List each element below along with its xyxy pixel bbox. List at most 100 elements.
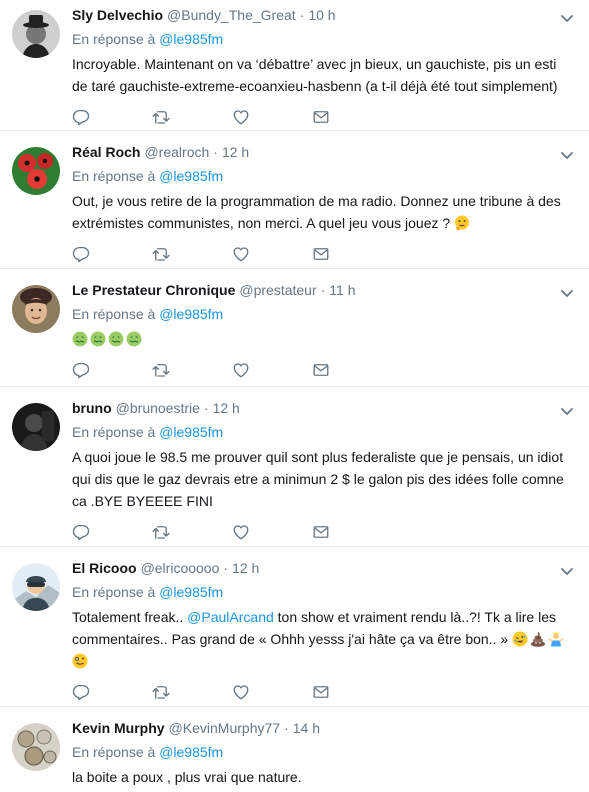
reply-button[interactable]	[72, 522, 152, 542]
avatar[interactable]	[12, 563, 60, 611]
like-button[interactable]	[232, 522, 312, 542]
mail-icon	[312, 108, 330, 126]
separator-dot: ·	[213, 144, 218, 160]
retweet-button[interactable]	[152, 522, 232, 542]
like-button[interactable]	[232, 107, 312, 127]
user-handle[interactable]: @realroch	[144, 142, 209, 162]
tweet[interactable]: bruno @brunoestrie · 12 h En réponse à @…	[0, 387, 589, 547]
direct-message-button[interactable]	[312, 682, 392, 702]
chevron-down-icon[interactable]	[559, 563, 575, 579]
tweet-actions	[72, 675, 573, 709]
avatar[interactable]	[12, 285, 60, 333]
separator-dot: ·	[284, 720, 289, 736]
poo-emoji	[530, 631, 546, 647]
thinking-face-emoji	[454, 215, 470, 231]
reply-prefix: En réponse à	[72, 306, 156, 322]
reply-icon	[72, 361, 90, 379]
direct-message-button[interactable]	[312, 360, 392, 380]
tweet-header: El Ricooo @elricooooo · 12 h	[72, 558, 573, 578]
reply-context: En réponse à @le985fm	[72, 423, 573, 441]
reply-icon	[72, 108, 90, 126]
tweet-header: bruno @brunoestrie · 12 h	[72, 398, 573, 418]
like-button[interactable]	[232, 360, 312, 380]
retweet-icon	[152, 523, 170, 541]
avatar[interactable]	[12, 403, 60, 451]
avatar[interactable]	[12, 147, 60, 195]
tweet-header: Le Prestateur Chronique @prestateur · 11…	[72, 280, 573, 300]
chevron-down-icon[interactable]	[559, 403, 575, 419]
heart-icon	[232, 361, 250, 379]
reply-to-mention[interactable]: @le985fm	[159, 31, 223, 47]
avatar[interactable]	[12, 10, 60, 58]
timestamp[interactable]: 10 h	[308, 5, 335, 25]
separator-dot: ·	[223, 560, 229, 576]
chevron-down-icon[interactable]	[559, 10, 575, 26]
like-button[interactable]	[232, 244, 312, 264]
reply-icon	[72, 245, 90, 263]
reply-to-mention[interactable]: @le985fm	[159, 744, 223, 760]
timestamp[interactable]: 12 h	[213, 398, 240, 418]
tweet-text: Totalement freak.. @PaulArcand ton show …	[72, 606, 573, 672]
tweet-text-part: Totalement freak..	[72, 609, 188, 625]
reply-button[interactable]	[72, 360, 152, 380]
nauseated-face-emoji	[90, 331, 106, 347]
avatar[interactable]	[12, 723, 60, 771]
user-handle[interactable]: @KevinMurphy77	[169, 718, 281, 738]
display-name[interactable]: Le Prestateur Chronique	[72, 280, 235, 300]
timestamp[interactable]: 14 h	[293, 718, 320, 738]
display-name[interactable]: bruno	[72, 398, 112, 418]
retweet-button[interactable]	[152, 360, 232, 380]
reply-to-mention[interactable]: @le985fm	[159, 584, 223, 600]
retweet-button[interactable]	[152, 682, 232, 702]
reply-to-mention[interactable]: @le985fm	[159, 306, 223, 322]
timestamp[interactable]: 12 h	[222, 142, 249, 162]
heart-icon	[232, 523, 250, 541]
tweet-actions	[72, 515, 573, 549]
tweet[interactable]: Réal Roch @realroch · 12 h En réponse à …	[0, 131, 589, 269]
display-name[interactable]: Sly Delvechio	[72, 5, 163, 25]
retweet-button[interactable]	[152, 244, 232, 264]
tweet-text: A quoi joue le 98.5 me prouver quil sont…	[72, 449, 564, 509]
tweet[interactable]: Sly Delvechio @Bundy_The_Great · 10 h En…	[0, 0, 589, 131]
heart-icon	[232, 108, 250, 126]
heart-icon	[232, 245, 250, 263]
user-mention-link[interactable]: @PaulArcand	[187, 609, 274, 625]
user-handle[interactable]: @Bundy_The_Great	[167, 5, 296, 25]
display-name[interactable]: El Ricooo	[72, 558, 137, 578]
chevron-down-icon[interactable]	[559, 147, 575, 163]
user-handle[interactable]: @prestateur	[239, 280, 316, 300]
chevron-down-icon[interactable]	[559, 285, 575, 301]
tweet-actions	[72, 353, 573, 387]
display-name[interactable]: Kevin Murphy	[72, 718, 165, 738]
reply-to-mention[interactable]: @le985fm	[159, 424, 223, 440]
retweet-icon	[152, 108, 170, 126]
rolling-laughing-emoji	[512, 631, 528, 647]
mail-icon	[312, 523, 330, 541]
retweet-icon	[152, 245, 170, 263]
mail-icon	[312, 361, 330, 379]
heart-icon	[232, 683, 250, 701]
direct-message-button[interactable]	[312, 244, 392, 264]
tweet[interactable]: El Ricooo @elricooooo · 12 h En réponse …	[0, 547, 589, 707]
reply-button[interactable]	[72, 244, 152, 264]
retweet-icon	[152, 683, 170, 701]
reply-button[interactable]	[72, 107, 152, 127]
reply-prefix: En réponse à	[72, 424, 156, 440]
display-name[interactable]: Réal Roch	[72, 142, 140, 162]
zany-face-emoji	[72, 653, 88, 669]
nauseated-face-emoji	[72, 331, 88, 347]
reply-to-mention[interactable]: @le985fm	[159, 168, 223, 184]
reply-prefix: En réponse à	[72, 744, 156, 760]
tweet-text: Out, je vous retire de la programmation …	[72, 190, 573, 234]
user-handle[interactable]: @elricooooo	[141, 558, 220, 578]
timestamp[interactable]: 12 h	[232, 558, 259, 578]
direct-message-button[interactable]	[312, 107, 392, 127]
direct-message-button[interactable]	[312, 522, 392, 542]
user-handle[interactable]: @brunoestrie	[116, 398, 200, 418]
timestamp[interactable]: 11 h	[329, 280, 355, 300]
retweet-button[interactable]	[152, 107, 232, 127]
reply-button[interactable]	[72, 682, 152, 702]
tweet[interactable]: Le Prestateur Chronique @prestateur · 11…	[0, 269, 589, 387]
tweet[interactable]: Kevin Murphy @KevinMurphy77 · 14 h En ré…	[0, 707, 589, 792]
like-button[interactable]	[232, 682, 312, 702]
